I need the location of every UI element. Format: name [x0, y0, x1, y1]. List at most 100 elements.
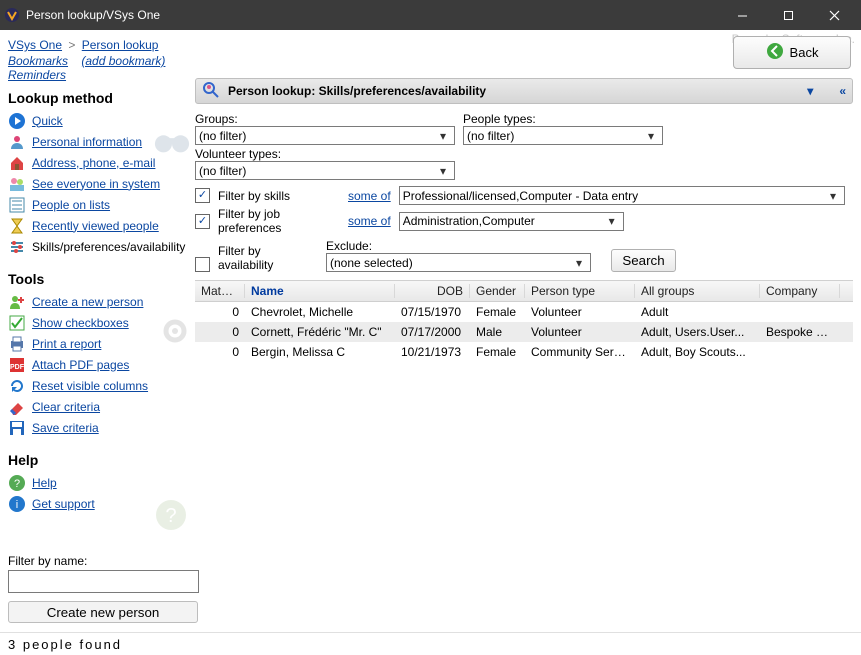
printer-icon [8, 335, 26, 353]
tool-clear[interactable]: Clear criteria [8, 396, 189, 417]
filter-skills-checkbox[interactable] [195, 188, 210, 203]
exclude-label: Exclude: [326, 239, 591, 253]
cell-ptype: Volunteer [525, 305, 635, 319]
jobs-value: Administration,Computer [403, 214, 535, 228]
skills-combo[interactable]: Professional/licensed,Computer - Data en… [399, 186, 845, 205]
cell-gender: Male [470, 325, 525, 339]
vol-types-combo[interactable]: (no filter)▾ [195, 161, 455, 180]
chevron-down-icon: ▾ [571, 256, 587, 270]
some-of-skills-link[interactable]: some of [348, 189, 391, 203]
tool-pdf[interactable]: PDFAttach PDF pages [8, 354, 189, 375]
sidebar-item-label: Recently viewed people [32, 219, 159, 233]
sidebar-item-everyone[interactable]: See everyone in system [8, 173, 189, 194]
house-icon [8, 154, 26, 172]
grid-header: Matc… Name DOB Gender Person type All gr… [195, 281, 853, 302]
filter-avail-checkbox[interactable] [195, 257, 210, 272]
table-row[interactable]: 0 Chevrolet, Michelle 07/15/1970 Female … [195, 302, 853, 322]
search-button[interactable]: Search [611, 249, 676, 272]
tool-save[interactable]: Save criteria [8, 417, 189, 438]
reset-icon [8, 377, 26, 395]
tool-reset-columns[interactable]: Reset visible columns [8, 375, 189, 396]
back-button[interactable]: Back [733, 36, 851, 69]
sidebar-item-label: Skills/preferences/availability [32, 240, 185, 254]
close-button[interactable] [811, 0, 857, 30]
col-dob[interactable]: DOB [395, 284, 470, 298]
groups-combo[interactable]: (no filter)▾ [195, 126, 455, 145]
vol-types-label: Volunteer types: [195, 147, 455, 161]
filter-skills-label: Filter by skills [218, 189, 340, 203]
breadcrumb-root[interactable]: VSys One [8, 38, 62, 52]
maximize-button[interactable] [765, 0, 811, 30]
svg-text:i: i [16, 499, 18, 511]
people-types-label: People types: [463, 112, 663, 126]
status-bar: 3 people found [0, 632, 861, 655]
chevron-down-icon: ▾ [825, 189, 841, 203]
checkbox-icon [8, 314, 26, 332]
filter-avail-label: Filter by availability [218, 244, 318, 272]
cell-ptype: Volunteer [525, 325, 635, 339]
sidebar-item-lists[interactable]: People on lists [8, 194, 189, 215]
sidebar-item-recent[interactable]: Recently viewed people [8, 215, 189, 236]
create-person-button[interactable]: Create new person [8, 601, 198, 623]
cell-name: Chevrolet, Michelle [245, 305, 395, 319]
panel-collapse-icon[interactable]: « [839, 84, 846, 98]
breadcrumb-separator: > [68, 38, 75, 52]
people-types-combo[interactable]: (no filter)▾ [463, 126, 663, 145]
bookmarks-link[interactable]: Bookmarks [8, 54, 68, 68]
exclude-combo[interactable]: (none selected) ▾ [326, 253, 591, 272]
tool-create-person[interactable]: Create a new person [8, 291, 189, 312]
tool-label: Show checkboxes [32, 316, 129, 330]
help-item[interactable]: ?Help [8, 472, 189, 493]
some-of-jobs-link[interactable]: some of [348, 214, 391, 228]
arrow-play-icon [8, 112, 26, 130]
cell-gender: Female [470, 345, 525, 359]
results-grid: Matc… Name DOB Gender Person type All gr… [195, 280, 853, 362]
panel-menu-icon[interactable]: ▾ [807, 84, 813, 98]
help-icon: ? [8, 474, 26, 492]
lookup-section-title: Lookup method [8, 90, 189, 106]
reminders-link[interactable]: Reminders [8, 68, 66, 82]
groups-value: (no filter) [199, 129, 246, 143]
hourglass-icon [8, 217, 26, 235]
table-row[interactable]: 0 Bergin, Melissa C 10/21/1973 Female Co… [195, 342, 853, 362]
sidebar-item-label: Quick [32, 114, 63, 128]
jobs-combo[interactable]: Administration,Computer▾ [399, 212, 624, 231]
app-icon [4, 7, 20, 23]
binoculars-ghost-icon [153, 126, 191, 156]
list-icon [8, 196, 26, 214]
save-icon [8, 419, 26, 437]
chevron-down-icon: ▾ [643, 129, 659, 143]
add-bookmark-link[interactable]: (add bookmark) [81, 54, 165, 68]
slider-icon [8, 238, 26, 256]
cell-groups: Adult [635, 305, 760, 319]
pdf-icon: PDF [8, 356, 26, 374]
col-company[interactable]: Company [760, 284, 840, 298]
filter-name-input[interactable] [8, 570, 199, 593]
tool-label: Clear criteria [32, 400, 100, 414]
sidebar-item-skills[interactable]: Skills/preferences/availability [8, 236, 189, 257]
titlebar: Person lookup/VSys One [0, 0, 861, 30]
cell-ptype: Community Service [525, 345, 635, 359]
cell-groups: Adult, Users.User... [635, 325, 760, 339]
back-arrow-icon [766, 42, 784, 63]
sidebar-item-label: See everyone in system [32, 177, 160, 191]
col-match[interactable]: Matc… [195, 284, 245, 298]
exclude-value: (none selected) [330, 256, 413, 270]
cell-match: 0 [195, 305, 245, 319]
col-groups[interactable]: All groups [635, 284, 760, 298]
filter-jobs-checkbox[interactable] [195, 214, 210, 229]
minimize-button[interactable] [719, 0, 765, 30]
col-gender[interactable]: Gender [470, 284, 525, 298]
col-ptype[interactable]: Person type [525, 284, 635, 298]
tool-label: Reset visible columns [32, 379, 148, 393]
breadcrumb-leaf[interactable]: Person lookup [82, 38, 159, 52]
tool-label: Create a new person [32, 295, 143, 309]
col-name[interactable]: Name [245, 284, 395, 298]
cell-gender: Female [470, 305, 525, 319]
filter-jobs-label: Filter by job preferences [218, 207, 340, 235]
window-title: Person lookup/VSys One [26, 8, 719, 22]
status-text: 3 people found [8, 637, 122, 652]
panel-title: Person lookup: Skills/preferences/availa… [228, 84, 486, 98]
table-row[interactable]: 0 Cornett, Frédéric "Mr. C" 07/17/2000 M… [195, 322, 853, 342]
cell-match: 0 [195, 345, 245, 359]
